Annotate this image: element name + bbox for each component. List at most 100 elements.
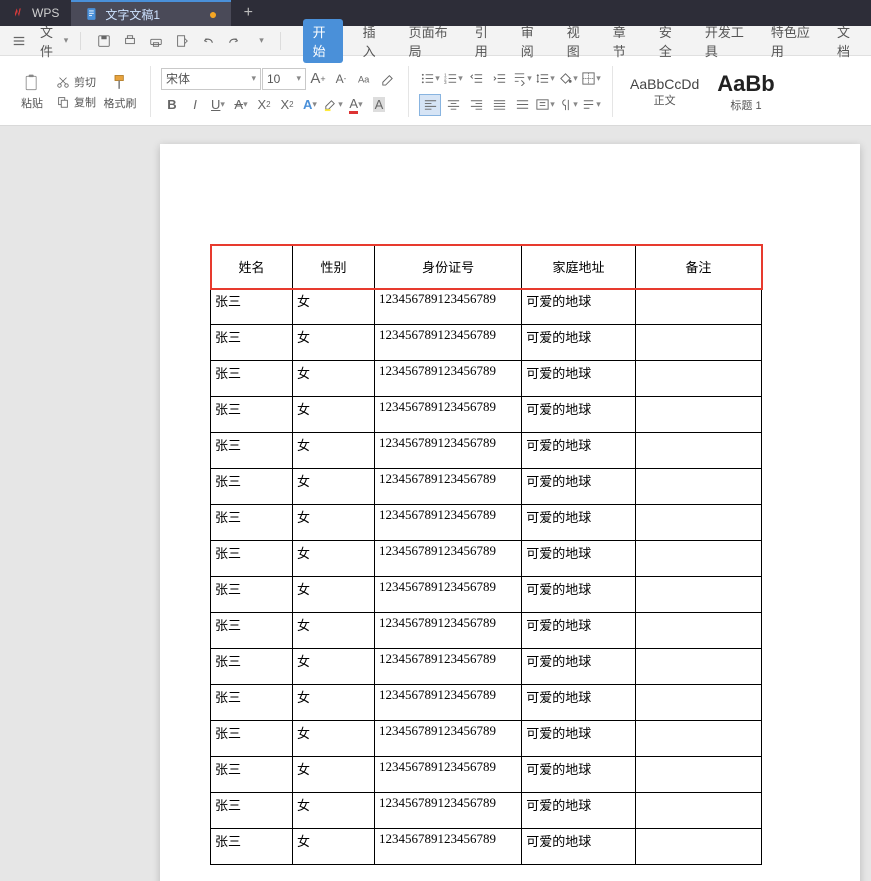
underline-button[interactable]: U ▾ — [207, 94, 229, 116]
align-right-button[interactable] — [465, 94, 487, 116]
cell-gender[interactable]: 女 — [293, 325, 375, 361]
cell-addr[interactable]: 可爱的地球 — [522, 397, 636, 433]
tab-start[interactable]: 开始 — [303, 19, 343, 63]
cell-id[interactable]: 123456789123456789 — [375, 433, 522, 469]
cell-addr[interactable]: 可爱的地球 — [522, 577, 636, 613]
cell-name[interactable]: 张三 — [211, 685, 293, 721]
table-row[interactable]: 张三女123456789123456789可爱的地球 — [211, 577, 762, 613]
file-menu[interactable]: 文件 ▾ — [40, 22, 68, 60]
cell-note[interactable] — [635, 613, 761, 649]
paste-button[interactable]: 粘贴 — [12, 73, 52, 111]
cell-note[interactable] — [635, 685, 761, 721]
cell-id[interactable]: 123456789123456789 — [375, 577, 522, 613]
cell-name[interactable]: 张三 — [211, 469, 293, 505]
decrease-indent-button[interactable] — [465, 68, 487, 90]
bold-button[interactable]: B — [161, 94, 183, 116]
paragraph-settings-button[interactable]: ▾ — [557, 94, 579, 116]
tab-references[interactable]: 引用 — [469, 19, 501, 63]
change-case-button[interactable]: Aa — [353, 68, 375, 90]
table-row[interactable]: 张三女123456789123456789可爱的地球 — [211, 469, 762, 505]
cell-addr[interactable]: 可爱的地球 — [522, 361, 636, 397]
cell-name[interactable]: 张三 — [211, 829, 293, 865]
cell-note[interactable] — [635, 541, 761, 577]
cell-gender[interactable]: 女 — [293, 433, 375, 469]
table-row[interactable]: 张三女123456789123456789可爱的地球 — [211, 829, 762, 865]
cell-id[interactable]: 123456789123456789 — [375, 289, 522, 325]
distribute-button[interactable] — [511, 94, 533, 116]
cell-id[interactable]: 123456789123456789 — [375, 325, 522, 361]
cell-addr[interactable]: 可爱的地球 — [522, 793, 636, 829]
tab-chapter[interactable]: 章节 — [607, 19, 639, 63]
cell-id[interactable]: 123456789123456789 — [375, 793, 522, 829]
export-pdf-button[interactable] — [171, 31, 193, 51]
strikethrough-button[interactable]: A ▾ — [230, 94, 252, 116]
cell-id[interactable]: 123456789123456789 — [375, 613, 522, 649]
cell-addr[interactable]: 可爱的地球 — [522, 757, 636, 793]
cell-note[interactable] — [635, 721, 761, 757]
increase-indent-button[interactable] — [488, 68, 510, 90]
cell-name[interactable]: 张三 — [211, 289, 293, 325]
table-row[interactable]: 张三女123456789123456789可爱的地球 — [211, 505, 762, 541]
highlight-button[interactable]: ▾ — [322, 94, 344, 116]
cell-addr[interactable]: 可爱的地球 — [522, 325, 636, 361]
cell-id[interactable]: 123456789123456789 — [375, 541, 522, 577]
show-marks-button[interactable]: ▾ — [580, 94, 602, 116]
redo-button[interactable] — [223, 31, 245, 51]
document-tab[interactable]: 文字文稿1 ● — [71, 0, 231, 26]
align-left-button[interactable] — [419, 94, 441, 116]
table-row[interactable]: 张三女123456789123456789可爱的地球 — [211, 649, 762, 685]
tab-review[interactable]: 审阅 — [515, 19, 547, 63]
table-row[interactable]: 张三女123456789123456789可爱的地球 — [211, 757, 762, 793]
cell-note[interactable] — [635, 289, 761, 325]
font-size-select[interactable]: 10 ▾ — [262, 68, 306, 90]
save-button[interactable] — [93, 31, 115, 51]
cell-note[interactable] — [635, 469, 761, 505]
cell-addr[interactable]: 可爱的地球 — [522, 613, 636, 649]
cell-addr[interactable]: 可爱的地球 — [522, 505, 636, 541]
header-name[interactable]: 姓名 — [211, 245, 293, 289]
cell-note[interactable] — [635, 505, 761, 541]
cell-addr[interactable]: 可爱的地球 — [522, 469, 636, 505]
subscript-button[interactable]: X2 — [276, 94, 298, 116]
clear-format-button[interactable] — [376, 68, 398, 90]
cell-gender[interactable]: 女 — [293, 613, 375, 649]
cell-name[interactable]: 张三 — [211, 397, 293, 433]
cell-addr[interactable]: 可爱的地球 — [522, 649, 636, 685]
cell-gender[interactable]: 女 — [293, 685, 375, 721]
hamburger-menu-button[interactable] — [8, 31, 30, 51]
cell-id[interactable]: 123456789123456789 — [375, 649, 522, 685]
align-center-button[interactable] — [442, 94, 464, 116]
cell-note[interactable] — [635, 757, 761, 793]
font-color-button[interactable]: A ▾ — [345, 94, 367, 116]
table-row[interactable]: 张三女123456789123456789可爱的地球 — [211, 793, 762, 829]
font-name-select[interactable]: 宋体 ▾ — [161, 68, 261, 90]
cell-id[interactable]: 123456789123456789 — [375, 361, 522, 397]
tab-insert[interactable]: 插入 — [357, 19, 389, 63]
style-body[interactable]: AaBbCcDd 正文 — [623, 73, 706, 111]
cell-gender[interactable]: 女 — [293, 505, 375, 541]
shrink-font-button[interactable]: A- — [330, 68, 352, 90]
table-row[interactable]: 张三女123456789123456789可爱的地球 — [211, 721, 762, 757]
print-preview-button[interactable] — [119, 31, 141, 51]
copy-button[interactable]: 复制 — [56, 94, 96, 110]
grow-font-button[interactable]: A+ — [307, 68, 329, 90]
character-shading-button[interactable]: A — [368, 94, 390, 116]
table-row[interactable]: 张三女123456789123456789可爱的地球 — [211, 433, 762, 469]
tab-special[interactable]: 特色应用 — [765, 19, 817, 63]
cell-name[interactable]: 张三 — [211, 613, 293, 649]
cell-gender[interactable]: 女 — [293, 721, 375, 757]
cell-id[interactable]: 123456789123456789 — [375, 721, 522, 757]
table-header-row[interactable]: 姓名 性别 身份证号 家庭地址 备注 — [211, 245, 762, 289]
new-tab-button[interactable]: + — [231, 0, 265, 26]
table-row[interactable]: 张三女123456789123456789可爱的地球 — [211, 289, 762, 325]
cell-note[interactable] — [635, 577, 761, 613]
cell-note[interactable] — [635, 649, 761, 685]
header-address[interactable]: 家庭地址 — [522, 245, 636, 289]
cell-addr[interactable]: 可爱的地球 — [522, 541, 636, 577]
bullet-list-button[interactable]: ▾ — [419, 68, 441, 90]
cell-note[interactable] — [635, 361, 761, 397]
line-spacing-button[interactable]: ▾ — [534, 68, 556, 90]
cell-name[interactable]: 张三 — [211, 541, 293, 577]
italic-button[interactable]: I — [184, 94, 206, 116]
table-row[interactable]: 张三女123456789123456789可爱的地球 — [211, 361, 762, 397]
